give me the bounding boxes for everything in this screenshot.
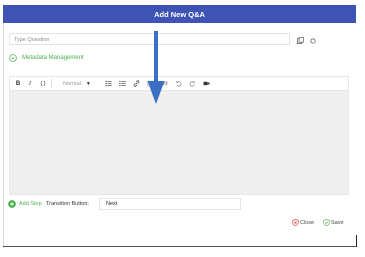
save-button[interactable]: Save: [323, 219, 344, 226]
close-button[interactable]: Close: [292, 219, 314, 226]
numbered-list-icon[interactable]: [119, 80, 126, 87]
metadata-management-toggle[interactable]: Metadata Management: [9, 54, 84, 62]
redo-icon[interactable]: [189, 80, 196, 87]
close-label: Close: [300, 219, 315, 226]
shield-x-icon: [292, 219, 299, 226]
bulleted-list-icon[interactable]: [105, 80, 112, 87]
toolbar-divider: [51, 79, 52, 88]
dialog-header: Add New Q&A: [3, 5, 356, 23]
rich-text-editor[interactable]: [9, 90, 349, 195]
chevron-down-circle-icon: [9, 54, 17, 62]
save-label: Save: [331, 219, 344, 226]
format-select-value: Normal: [63, 80, 81, 87]
italic-button[interactable]: I: [26, 79, 34, 89]
transition-button-input[interactable]: Next: [99, 198, 241, 210]
dialog-title: Add New Q&A: [154, 9, 205, 19]
add-step-label: Add Step: [19, 201, 42, 207]
undo-icon[interactable]: [175, 80, 182, 87]
bold-button[interactable]: B: [14, 79, 22, 89]
editor-toolbar: B I { } Normal ▼: [9, 76, 349, 90]
format-select[interactable]: Normal ▼: [56, 79, 98, 89]
metadata-management-label: Metadata Management: [22, 55, 84, 61]
caret-down-icon: ▼: [85, 80, 91, 87]
bottom-divider: [3, 246, 357, 247]
code-button[interactable]: { }: [38, 79, 48, 89]
radio-icon[interactable]: [310, 38, 316, 44]
link-icon[interactable]: [133, 80, 140, 87]
copy-icon[interactable]: [297, 37, 304, 44]
annotation-arrow-icon: [147, 31, 165, 104]
shield-check-icon: [323, 219, 330, 226]
transition-button-label: Transition Button:: [46, 201, 89, 207]
plus-circle-icon: [8, 200, 16, 208]
add-step-button[interactable]: Add Step: [8, 200, 42, 208]
video-icon[interactable]: [203, 80, 210, 87]
corner-divider: [356, 235, 357, 247]
